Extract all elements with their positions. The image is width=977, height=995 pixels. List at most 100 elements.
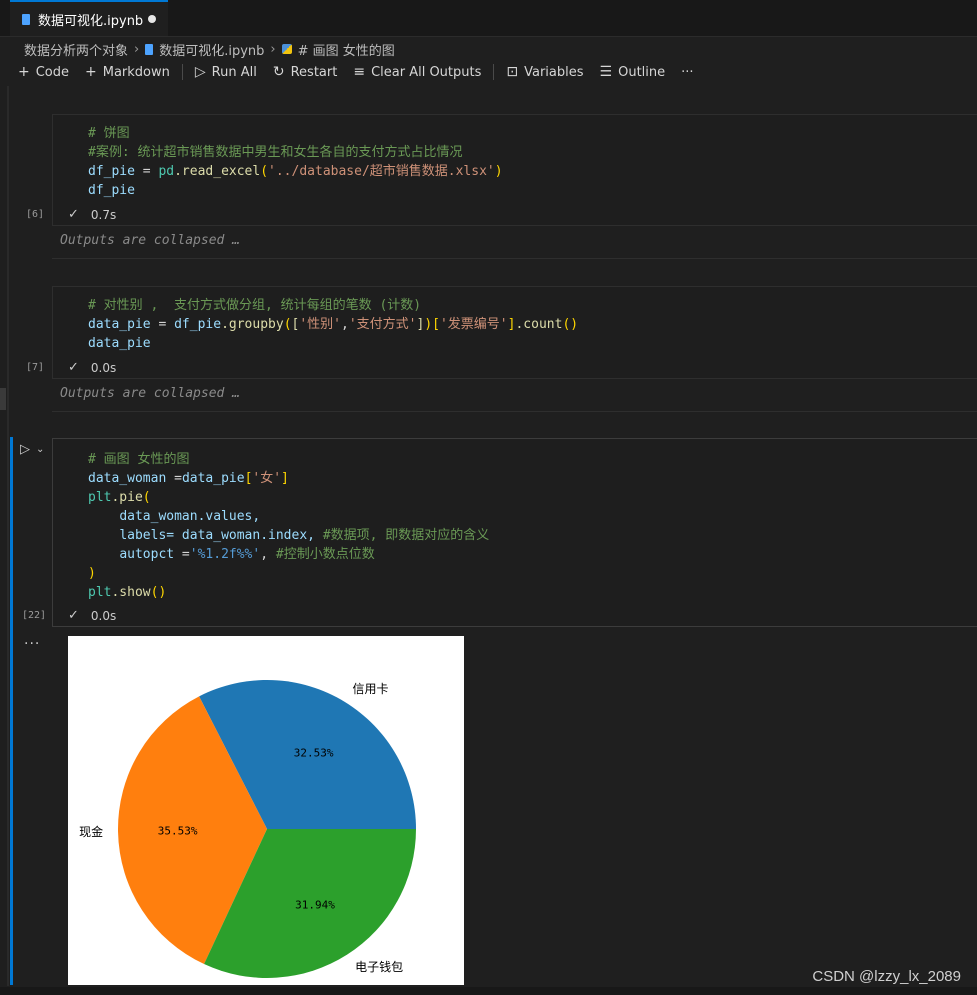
output-menu-button[interactable]: ··· — [24, 636, 40, 652]
code-token: pd — [158, 164, 175, 179]
execution-count: [22] — [22, 610, 47, 621]
code-token: , — [341, 317, 349, 332]
execution-count: [7] — [26, 362, 45, 373]
pie-chart-output: 32.53% 信用卡 35.53% 现金 31.94% 电子钱包 — [68, 636, 464, 985]
run-icon: ▷ — [20, 442, 30, 457]
pie-category-label: 现金 — [79, 824, 103, 839]
code-string: '发票编号' — [439, 317, 508, 332]
code-string: '%1.2f%%' — [189, 547, 261, 562]
code-token: = — [166, 471, 182, 486]
restart-label: Restart — [290, 64, 338, 80]
add-markdown-button[interactable]: + Markdown — [85, 64, 170, 80]
code-token: data_pie — [88, 336, 151, 351]
check-icon: ✓ — [68, 608, 79, 623]
active-cell-indicator — [10, 437, 13, 985]
execution-time: 0.0s — [90, 360, 117, 375]
code-token: data_woman.values, — [119, 509, 261, 524]
clear-all-icon: ≡ — [353, 64, 366, 80]
check-icon: ✓ — [68, 360, 79, 375]
variables-label: Variables — [524, 64, 584, 80]
breadcrumb-file[interactable]: 数据可视化.ipynb — [159, 40, 264, 59]
code-token: plt — [88, 585, 112, 600]
add-code-button[interactable]: + Code — [18, 64, 69, 80]
clear-outputs-label: Clear All Outputs — [371, 64, 482, 80]
run-all-button[interactable]: ▷ Run All — [195, 64, 257, 80]
run-all-label: Run All — [211, 64, 257, 80]
cell-divider — [52, 258, 977, 259]
variables-button[interactable]: ⊡ Variables — [506, 64, 583, 80]
notebook-toolbar: + Code + Markdown ▷ Run All ↻ Restart ≡ … — [18, 62, 710, 82]
run-cell-button[interactable]: ▷ ⌄ — [20, 442, 44, 457]
breadcrumb-folder[interactable]: 数据分析两个对象 — [24, 40, 128, 59]
execution-time: 0.7s — [90, 207, 117, 222]
pie-percent-label: 31.94% — [295, 898, 335, 911]
outline-icon: ☰ — [599, 64, 613, 80]
outputs-collapsed[interactable]: Outputs are collapsed … — [60, 233, 240, 248]
code-string: '性别' — [299, 317, 342, 332]
code-editor[interactable]: # 饼图 #案例: 统计超市销售数据中男生和女生各自的支付方式占比情况 df_p… — [88, 124, 503, 200]
code-comment: # 对性别 , 支付方式做分组, 统计每组的笔数 (计数) — [88, 298, 422, 313]
chevron-down-icon[interactable]: ⌄ — [36, 444, 44, 455]
code-token: .pie — [111, 490, 143, 505]
breadcrumb-symbol[interactable]: # 画图 女性的图 — [298, 40, 395, 59]
code-token: labels — [119, 528, 167, 543]
code-comment: #数据项, 即数据对应的含义 — [322, 528, 490, 543]
code-string: '女' — [252, 471, 282, 486]
outputs-collapsed[interactable]: Outputs are collapsed … — [60, 386, 240, 401]
code-token: = data_woman.index, — [166, 528, 323, 543]
restart-icon: ↻ — [272, 64, 285, 80]
tab-title: 数据可视化.ipynb — [38, 13, 144, 29]
gutter — [7, 86, 9, 986]
unsaved-dot-icon[interactable] — [148, 15, 156, 23]
outline-button[interactable]: ☰ Outline — [600, 64, 666, 80]
code-string: '../database/超市销售数据.xlsx' — [268, 164, 495, 179]
watermark-text: CSDN @lzzy_lx_2089 — [812, 968, 961, 985]
cell-status: ✓ 0.0s — [68, 608, 116, 623]
code-editor[interactable]: # 对性别 , 支付方式做分组, 统计每组的笔数 (计数) data_pie =… — [88, 296, 578, 353]
code-token: data_woman — [88, 471, 167, 486]
execution-count: [6] — [26, 209, 45, 220]
chevron-right-icon: › — [270, 41, 276, 57]
status-bar — [0, 987, 977, 995]
code-cell-6[interactable]: # 饼图 #案例: 统计超市销售数据中男生和女生各自的支付方式占比情况 df_p… — [52, 114, 977, 226]
chevron-right-icon: › — [134, 41, 140, 57]
python-icon — [281, 44, 292, 54]
pie-percent-label: 32.53% — [294, 747, 334, 760]
code-token: .read_excel — [174, 164, 261, 179]
pie-category-label: 电子钱包 — [355, 959, 403, 974]
scroll-marker — [0, 388, 6, 410]
more-actions-button[interactable]: ··· — [681, 65, 693, 80]
code-token: ) — [88, 566, 96, 581]
tab-notebook[interactable]: 数据可视化.ipynb — [10, 0, 168, 36]
code-editor[interactable]: # 画图 女性的图 data_woman =data_pie['女'] plt.… — [88, 450, 489, 602]
code-token: = — [134, 164, 159, 179]
code-comment: # 画图 女性的图 — [88, 452, 190, 467]
tab-bar: 数据可视化.ipynb — [0, 0, 977, 37]
variables-icon: ⊡ — [506, 64, 519, 80]
code-token: .count — [515, 317, 563, 332]
notebook-file-icon — [145, 43, 154, 55]
check-icon: ✓ — [68, 207, 79, 222]
restart-button[interactable]: ↻ Restart — [273, 64, 337, 80]
run-all-icon: ▷ — [194, 64, 206, 80]
code-cell-22[interactable]: # 画图 女性的图 data_woman =data_pie['女'] plt.… — [52, 438, 977, 627]
pie-category-label: 信用卡 — [353, 682, 389, 696]
code-token: df_pie — [88, 183, 135, 198]
code-token: = — [150, 317, 175, 332]
outline-label: Outline — [618, 64, 666, 80]
code-token: .groupby — [221, 317, 284, 332]
code-token: data_pie — [88, 317, 151, 332]
plus-icon: + — [85, 64, 97, 80]
add-code-label: Code — [35, 64, 70, 80]
code-comment: # 饼图 — [88, 126, 130, 141]
code-token: data_pie — [181, 471, 245, 486]
code-token: df_pie — [174, 317, 222, 332]
code-cell-7[interactable]: # 对性别 , 支付方式做分组, 统计每组的笔数 (计数) data_pie =… — [52, 286, 977, 379]
code-token: df_pie — [88, 164, 135, 179]
clear-outputs-button[interactable]: ≡ Clear All Outputs — [353, 64, 481, 80]
pie-chart: 32.53% 信用卡 35.53% 现金 31.94% 电子钱包 — [79, 679, 417, 978]
pie-percent-label: 35.53% — [158, 825, 198, 838]
toolbar-divider — [181, 64, 183, 80]
code-comment: #控制小数点位数 — [275, 547, 375, 562]
code-token: .show — [111, 585, 151, 600]
